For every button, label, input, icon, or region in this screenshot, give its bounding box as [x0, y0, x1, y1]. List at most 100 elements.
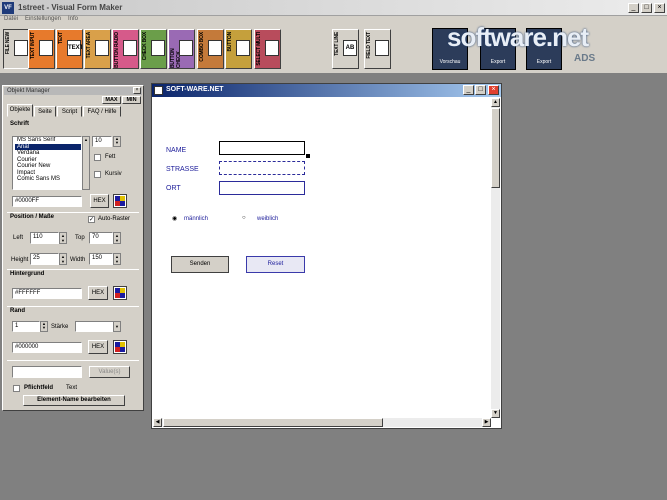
scroll-right-icon[interactable]: ▶: [482, 418, 491, 427]
left-stepper[interactable]: ▲ ▼: [59, 232, 67, 244]
font-color-hex-button[interactable]: HEX: [90, 194, 109, 208]
width-label: Width: [70, 257, 86, 263]
top-field[interactable]: 70: [89, 232, 113, 244]
scroll-up-icon[interactable]: ▲: [491, 98, 500, 107]
radio-female-icon[interactable]: ○: [242, 215, 246, 221]
menu-einstellungen[interactable]: Einstellungen: [25, 16, 61, 22]
height-stepper[interactable]: ▲ ▼: [59, 253, 67, 265]
radio-male-icon[interactable]: ◉: [172, 215, 177, 222]
toolbar-button-combo-box[interactable]: COMBO BOX: [197, 29, 224, 69]
border-width-stepper[interactable]: ▲ ▼: [40, 321, 48, 332]
name-input[interactable]: [219, 141, 305, 155]
object-manager-title: Objekt Manager: [4, 87, 142, 95]
menu-info[interactable]: Info: [68, 16, 78, 22]
toolbar-button-text-area[interactable]: TEXT AREA: [84, 29, 111, 69]
toolbar-button-text[interactable]: TEXT TEXT: [56, 29, 83, 69]
font-list[interactable]: MS Sans Serif Arial Verdana Courier Courier …: [12, 136, 82, 190]
text-value-field[interactable]: [12, 366, 82, 378]
toolbar-button-text-line[interactable]: TEXT LINE AB: [332, 29, 359, 69]
border-color-field[interactable]: #000000: [12, 342, 82, 353]
toolbar-button-icon: [375, 40, 389, 56]
name-label: NAME: [166, 147, 187, 154]
kursiv-checkbox[interactable]: [94, 171, 101, 178]
app-title: 1street - Visual Form Maker: [18, 3, 123, 12]
reset-button[interactable]: Reset: [246, 256, 305, 273]
watermark-ads: ADS: [574, 53, 596, 64]
toolbar-button-file-new[interactable]: FILE NEW: [3, 29, 30, 69]
width-field[interactable]: 150: [89, 253, 113, 265]
senden-button[interactable]: Senden: [171, 256, 229, 273]
values-button[interactable]: Value(s): [89, 366, 130, 378]
hscroll-thumb[interactable]: [163, 418, 383, 427]
max-button[interactable]: MAX: [102, 96, 121, 104]
vertical-scrollbar[interactable]: ▲ ▼: [491, 98, 500, 418]
font-color-field[interactable]: #0000FF: [12, 196, 82, 207]
minimize-button[interactable]: _: [628, 3, 639, 13]
toolbar-button-button[interactable]: BUTTON: [225, 29, 252, 69]
border-color-hex-button[interactable]: HEX: [88, 340, 108, 354]
divider: [7, 360, 139, 361]
border-style-select[interactable]: [75, 321, 115, 332]
font-list-item[interactable]: Comic Sans MS: [15, 176, 81, 183]
scroll-down-icon[interactable]: ▼: [491, 409, 500, 418]
strasse-input[interactable]: [219, 161, 305, 175]
left-field[interactable]: 110: [30, 232, 59, 244]
position-heading: Position / Maße: [10, 214, 55, 220]
form-maximize-button[interactable]: □: [475, 85, 486, 95]
toolbar-button-icon: [151, 40, 165, 56]
ort-input[interactable]: [219, 181, 305, 195]
width-stepper[interactable]: ▲ ▼: [113, 253, 121, 265]
toolbar-button-text-input[interactable]: TEXT INPUT: [28, 29, 55, 69]
rand-heading: Rand: [10, 308, 25, 314]
toolbar-button-label: COMBO BOX: [199, 32, 205, 62]
toolbar-button-button-check[interactable]: BUTTON CHECK: [168, 29, 195, 69]
toolbar-button-icon: [14, 40, 28, 56]
bg-color-hex-button[interactable]: HEX: [88, 286, 108, 300]
border-color-palette-icon[interactable]: [113, 340, 127, 354]
resize-handle[interactable]: [306, 154, 310, 158]
border-style-dropdown-icon[interactable]: ▼: [113, 321, 121, 332]
menu-datei[interactable]: Datei: [4, 16, 18, 22]
bg-color-field[interactable]: #FFFFFF: [12, 288, 82, 299]
toolbar-button-check-box[interactable]: CHECK BOX: [140, 29, 167, 69]
form-close-button[interactable]: ×: [488, 85, 499, 95]
height-field[interactable]: 25: [30, 253, 59, 265]
form-window-titlebar: SOFT-WARE.NET _ □ ×: [152, 84, 501, 97]
form-minimize-button[interactable]: _: [463, 85, 474, 95]
tab-seite[interactable]: Seite: [34, 106, 56, 117]
font-size-stepper[interactable]: ▲ ▼: [113, 136, 121, 147]
min-button[interactable]: MIN: [122, 96, 141, 104]
toolbar-button-icon: [236, 40, 250, 56]
close-button[interactable]: ×: [654, 3, 665, 13]
watermark-brand: software.net: [447, 22, 589, 52]
horizontal-scrollbar[interactable]: ◀ ▶: [153, 418, 491, 427]
font-color-palette-icon[interactable]: [113, 194, 127, 208]
toolbar-button-field-text[interactable]: FIELD TEXT: [364, 29, 391, 69]
schrift-heading: Schrift: [10, 121, 30, 127]
scroll-thumb[interactable]: [491, 108, 500, 188]
staerke-label: Stärke: [51, 324, 69, 330]
form-window: SOFT-WARE.NET _ □ × NAME STRASSE ORT ◉ m…: [151, 83, 502, 429]
element-name-button[interactable]: Element-Name bearbeiten: [23, 395, 125, 406]
radio-female-label: weiblich: [257, 216, 279, 222]
toolbar-button-label: TEXT LINE: [334, 32, 340, 56]
toolbar-button-button-radio[interactable]: BUTTON RADIO: [112, 29, 139, 69]
panel-close-icon[interactable]: ×: [133, 87, 141, 94]
auto-raster-checkbox[interactable]: ✓: [88, 216, 95, 223]
pflichtfeld-checkbox[interactable]: [13, 385, 20, 392]
tab-script[interactable]: Script: [57, 106, 82, 117]
pflichtfeld-label: Pflichtfeld: [24, 385, 54, 391]
scroll-left-icon[interactable]: ◀: [153, 418, 162, 427]
top-stepper[interactable]: ▲ ▼: [113, 232, 121, 244]
font-list-scrollbar[interactable]: ▲: [82, 136, 90, 190]
maximize-button[interactable]: □: [641, 3, 652, 13]
tab-objekte[interactable]: Objekte: [7, 104, 33, 117]
bg-color-palette-icon[interactable]: [113, 286, 127, 300]
toolbar-button-select-multi[interactable]: SELECT MULTI: [254, 29, 281, 69]
font-size-field[interactable]: 10: [92, 136, 112, 147]
strasse-label: STRASSE: [166, 166, 199, 173]
tab-faq-hilfe[interactable]: FAQ / Hilfe: [83, 106, 121, 117]
top-label: Top: [75, 235, 85, 241]
fett-checkbox[interactable]: [94, 154, 101, 161]
border-width-field[interactable]: 1: [12, 321, 40, 332]
